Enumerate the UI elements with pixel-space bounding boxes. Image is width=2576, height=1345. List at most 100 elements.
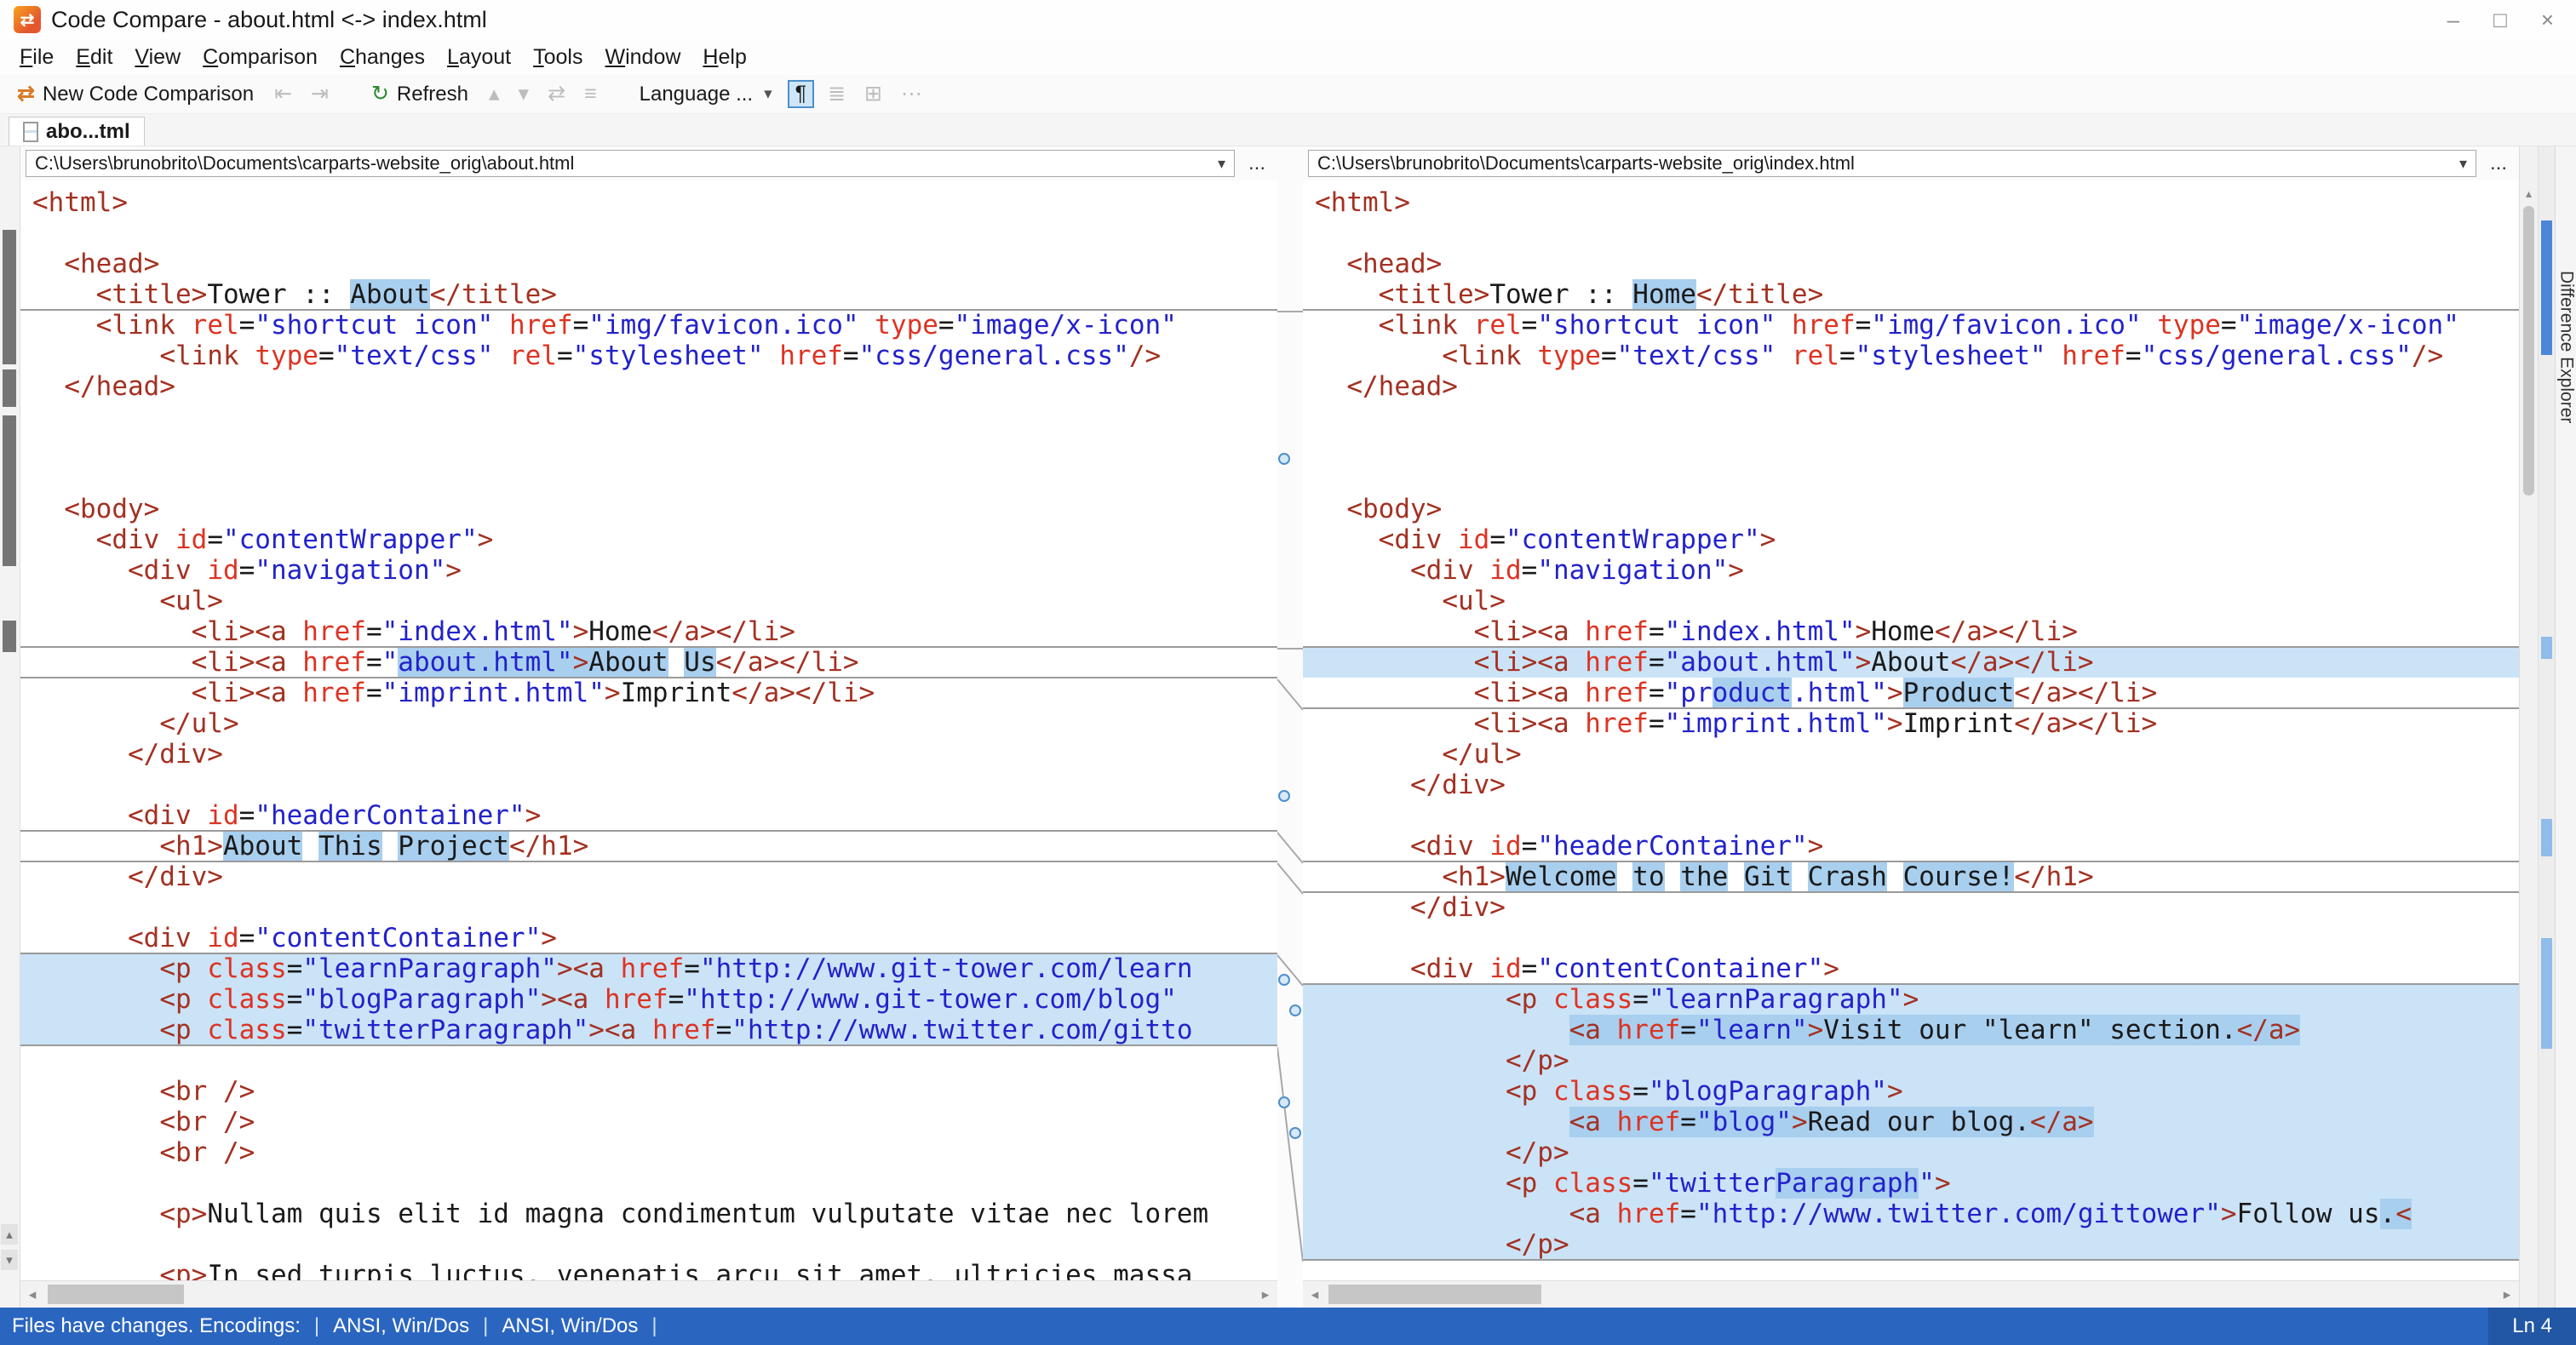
code-line[interactable] (20, 463, 1277, 494)
code-line[interactable]: <link rel="shortcut icon" href="img/favi… (20, 310, 1277, 341)
menu-tools[interactable]: Tools (522, 45, 594, 70)
code-line[interactable] (20, 892, 1277, 923)
code-line[interactable]: <div id="contentWrapper"> (1303, 524, 2519, 555)
grid-icon[interactable]: ⊞ (859, 81, 887, 107)
code-line[interactable]: <li><a href="index.html">Home</a></li> (1303, 616, 2519, 647)
code-line[interactable] (20, 218, 1277, 249)
menu-window[interactable]: Window (594, 45, 691, 70)
show-lines-icon[interactable]: ≣ (823, 81, 851, 107)
close-button[interactable]: × (2541, 7, 2554, 33)
code-right[interactable]: <html> <head> <title>Tower :: Home</titl… (1303, 180, 2519, 1280)
right-encoding[interactable]: ANSI, Win/Dos (502, 1314, 638, 1338)
code-line[interactable]: <body> (20, 494, 1277, 524)
copy-right-icon[interactable]: ⇥ (306, 81, 334, 107)
right-horizontal-scrollbar[interactable]: ◂ ▸ (1303, 1280, 2519, 1308)
code-line[interactable]: <br /> (20, 1076, 1277, 1107)
code-line[interactable] (1303, 402, 2519, 432)
diff-map-marker[interactable] (2541, 819, 2552, 856)
code-left[interactable]: <html> <head> <title>Tower :: About</tit… (20, 180, 1277, 1280)
right-hscroll-thumb[interactable] (1328, 1285, 1541, 1304)
code-line[interactable] (1303, 1260, 2519, 1280)
code-line[interactable] (20, 1045, 1277, 1076)
code-line[interactable]: <p class="learnParagraph"><a href="http:… (20, 953, 1277, 984)
code-line[interactable]: <div id="contentWrapper"> (20, 524, 1277, 555)
code-line[interactable]: <h1>About This Project</h1> (20, 830, 1277, 862)
new-code-comparison-button[interactable]: ⇄ New Code Comparison (10, 80, 261, 109)
code-line[interactable]: <div id="navigation"> (1303, 555, 2519, 586)
right-vscroll-thumb[interactable] (2523, 206, 2534, 495)
tab-comparison-document[interactable]: abo...tml (9, 117, 145, 146)
code-line[interactable] (20, 402, 1277, 432)
code-line[interactable]: </div> (20, 739, 1277, 770)
code-line[interactable] (20, 1168, 1277, 1199)
code-line[interactable] (1303, 923, 2519, 953)
scroll-right-icon[interactable]: ▸ (1254, 1281, 1277, 1308)
code-line[interactable]: <p class="learnParagraph"> (1303, 983, 2519, 1015)
code-line[interactable] (1303, 463, 2519, 494)
code-line[interactable]: </p> (1303, 1137, 2519, 1168)
code-line[interactable]: <head> (1303, 249, 2519, 279)
scroll-left-icon[interactable]: ◂ (1303, 1281, 1327, 1308)
code-line[interactable]: <a href="learn">Visit our "learn" sectio… (1303, 1015, 2519, 1045)
code-line[interactable]: <li><a href="product.html">Product</a></… (1303, 678, 2519, 709)
code-line[interactable]: <body> (1303, 494, 2519, 524)
code-line[interactable]: <div id="contentContainer"> (1303, 953, 2519, 984)
merge-change-button[interactable] (1289, 1004, 1301, 1016)
code-line[interactable]: <p class="blogParagraph"><a href="http:/… (20, 984, 1277, 1015)
language-dropdown[interactable]: Language ... ▾ (633, 80, 779, 109)
left-browse-button[interactable]: ... (1242, 152, 1272, 175)
code-line[interactable]: <link type="text/css" rel="stylesheet" h… (20, 341, 1277, 371)
code-line[interactable]: <li><a href="index.html">Home</a></li> (20, 616, 1277, 647)
change-marker[interactable] (3, 621, 16, 652)
left-hscroll-thumb[interactable] (48, 1285, 184, 1304)
code-line[interactable]: <div id="headerContainer"> (20, 800, 1277, 831)
right-vertical-scrollbar[interactable]: ▴ (2519, 146, 2538, 1308)
code-line[interactable]: <li><a href="imprint.html">Imprint</a></… (20, 678, 1277, 708)
diff-map-marker[interactable] (2541, 220, 2552, 355)
maximize-button[interactable]: □ (2493, 7, 2507, 33)
code-line[interactable]: </head> (20, 371, 1277, 402)
menu-edit[interactable]: Edit (65, 45, 123, 70)
menu-file[interactable]: File (9, 45, 65, 70)
code-line[interactable]: </ul> (20, 708, 1277, 739)
code-line[interactable]: </head> (1303, 371, 2519, 402)
code-line[interactable]: <title>Tower :: About</title> (20, 279, 1277, 311)
swap-sides-icon[interactable]: ⇄ (542, 81, 571, 107)
scroll-up-button[interactable]: ▴ (1, 1224, 18, 1245)
diff-map-marker[interactable] (2541, 637, 2552, 659)
code-line[interactable]: <li><a href="imprint.html">Imprint</a></… (1303, 708, 2519, 739)
left-file-path-combobox[interactable]: C:\Users\brunobrito\Documents\carparts-w… (26, 150, 1235, 177)
code-line[interactable] (1303, 800, 2519, 831)
left-change-scrollbar[interactable]: ▴ ▾ (0, 146, 20, 1308)
code-line[interactable]: <li><a href="about.html">About Us</a></l… (20, 646, 1277, 678)
scroll-down-button[interactable]: ▾ (1, 1250, 18, 1270)
code-line[interactable]: </div> (20, 861, 1277, 892)
code-line[interactable]: <p class="blogParagraph"> (1303, 1076, 2519, 1107)
scroll-left-icon[interactable]: ◂ (20, 1281, 44, 1308)
refresh-button[interactable]: ↻ Refresh (364, 80, 475, 109)
code-line[interactable]: <h1>Welcome to the Git Crash Course!</h1… (1303, 861, 2519, 893)
code-line[interactable]: </ul> (1303, 739, 2519, 770)
scroll-right-icon[interactable]: ▸ (2495, 1281, 2519, 1308)
minimize-button[interactable]: – (2447, 7, 2459, 33)
merge-change-button[interactable] (1278, 790, 1290, 802)
change-marker[interactable] (3, 230, 16, 364)
code-line[interactable]: <br /> (20, 1107, 1277, 1137)
code-line[interactable] (20, 1229, 1277, 1260)
right-file-path-combobox[interactable]: C:\Users\brunobrito\Documents\carparts-w… (1308, 150, 2476, 177)
copy-left-icon[interactable]: ⇤ (269, 81, 297, 107)
code-line[interactable] (1303, 218, 2519, 249)
code-line[interactable] (20, 770, 1277, 800)
code-line[interactable]: <link type="text/css" rel="stylesheet" h… (1303, 341, 2519, 371)
code-line[interactable]: <ul> (20, 586, 1277, 616)
menu-comparison[interactable]: Comparison (192, 45, 329, 70)
code-line[interactable]: <p>In sed turpis luctus, venenatis arcu … (20, 1260, 1277, 1280)
code-line[interactable]: <head> (20, 249, 1277, 279)
menu-changes[interactable]: Changes (329, 45, 436, 70)
code-line[interactable]: <br /> (20, 1137, 1277, 1168)
code-line[interactable]: <div id="contentContainer"> (20, 923, 1277, 953)
left-horizontal-scrollbar[interactable]: ◂ ▸ (20, 1280, 1277, 1308)
code-line[interactable]: </div> (1303, 770, 2519, 800)
code-line[interactable] (1303, 432, 2519, 463)
code-line[interactable]: <link rel="shortcut icon" href="img/favi… (1303, 310, 2519, 341)
